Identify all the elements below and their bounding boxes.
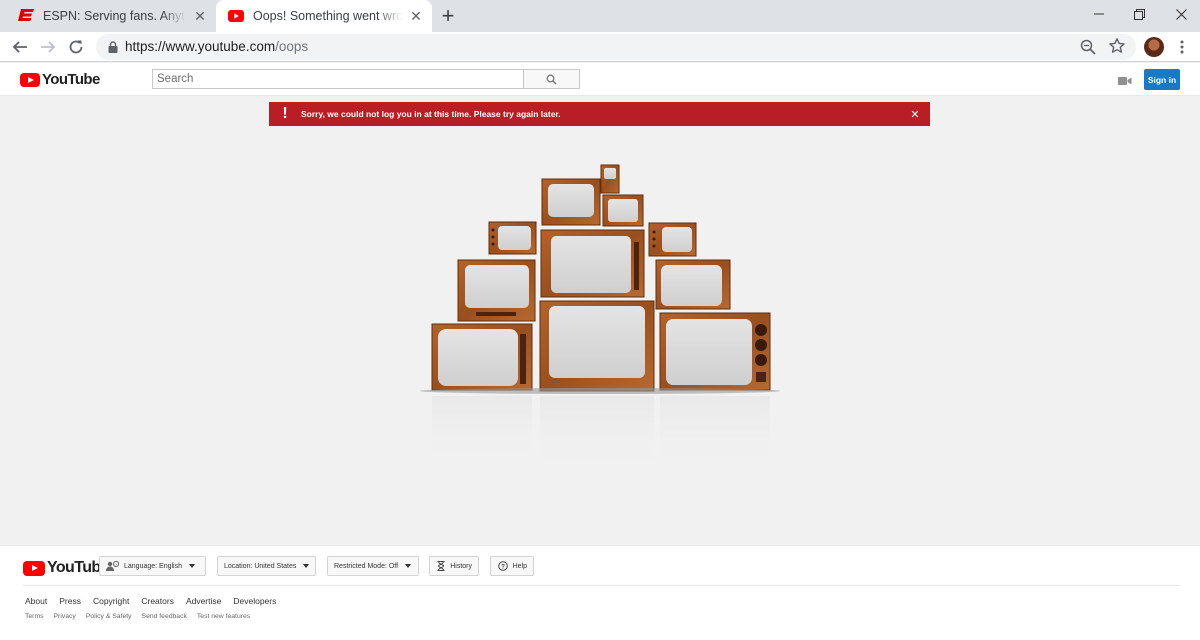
language-label: Language: English bbox=[124, 562, 182, 570]
footer-link-test-features[interactable]: Test new features bbox=[197, 613, 250, 620]
history-label: History bbox=[450, 562, 472, 570]
footer-link-creators[interactable]: Creators bbox=[141, 596, 174, 606]
window-close-icon[interactable] bbox=[1158, 0, 1200, 28]
location-picker[interactable]: Location: United States bbox=[217, 556, 316, 576]
restricted-mode-picker[interactable]: Restricted Mode: Off bbox=[327, 556, 419, 576]
search-button[interactable] bbox=[523, 69, 580, 89]
footer-youtube-logo[interactable]: YouTube bbox=[23, 559, 109, 577]
footer-link-feedback[interactable]: Send feedback bbox=[142, 613, 187, 620]
tab-youtube[interactable]: Oops! Something went wrong. - YouTube ✕ bbox=[216, 0, 432, 32]
help-icon: ? bbox=[497, 561, 509, 571]
footer-link-copyright[interactable]: Copyright bbox=[93, 596, 129, 606]
footer-link-privacy[interactable]: Privacy bbox=[54, 613, 76, 620]
bookmark-star-icon[interactable] bbox=[1108, 37, 1126, 55]
search-input[interactable] bbox=[152, 69, 524, 89]
dropdown-caret-icon bbox=[405, 564, 412, 568]
tab-title: Oops! Something went wrong. - YouTube bbox=[253, 9, 402, 23]
tab-title: ESPN: Serving fans. Anytime. Anywhere. bbox=[43, 9, 186, 23]
address-bar[interactable]: https://www.youtube.com/oops bbox=[96, 34, 1136, 60]
alert-exclamation-icon: ! bbox=[282, 105, 288, 122]
help-label: Help bbox=[512, 562, 527, 570]
footer-link-about[interactable]: About bbox=[25, 596, 47, 606]
tab-close-icon[interactable]: ✕ bbox=[190, 6, 210, 26]
url-text: https://www.youtube.com/oops bbox=[125, 39, 308, 54]
youtube-logo-icon bbox=[228, 8, 244, 24]
new-tab-icon[interactable]: + bbox=[436, 3, 460, 28]
history-button[interactable]: History bbox=[429, 556, 479, 576]
profile-avatar[interactable] bbox=[1144, 37, 1164, 57]
tab-espn[interactable]: ESPN: Serving fans. Anytime. Anywhere. ✕ bbox=[0, 0, 216, 32]
footer-link-policy[interactable]: Policy & Safety bbox=[86, 613, 132, 620]
alert-close-icon[interactable]: ✕ bbox=[900, 102, 930, 126]
lock-icon bbox=[106, 40, 120, 54]
youtube-header: YouTube Sign in bbox=[0, 63, 1200, 96]
forward-arrow-icon[interactable] bbox=[36, 35, 60, 59]
footer-primary-links: About Press Copyright Creators Advertise… bbox=[25, 596, 288, 606]
broken-tvs-illustration bbox=[412, 158, 788, 478]
back-arrow-icon[interactable] bbox=[8, 35, 32, 59]
alert-message: Sorry, we could not log you in at this t… bbox=[301, 109, 561, 119]
restricted-mode-label: Restricted Mode: Off bbox=[334, 562, 399, 570]
zoom-icon[interactable] bbox=[1079, 38, 1097, 56]
browser-toolbar: https://www.youtube.com/oops bbox=[0, 32, 1200, 62]
footer-link-terms[interactable]: Terms bbox=[25, 613, 44, 620]
sign-in-button[interactable]: Sign in bbox=[1144, 69, 1180, 90]
youtube-footer: YouTube ? Language: English Location: Un… bbox=[0, 545, 1200, 640]
url-path: /oops bbox=[275, 39, 309, 54]
espn-logo-icon bbox=[18, 8, 34, 24]
tab-close-icon[interactable]: ✕ bbox=[406, 6, 426, 26]
restore-icon[interactable] bbox=[1116, 0, 1162, 28]
footer-link-developers[interactable]: Developers bbox=[233, 596, 276, 606]
youtube-play-icon bbox=[20, 72, 40, 87]
dropdown-caret-icon bbox=[189, 564, 195, 568]
youtube-play-icon bbox=[23, 560, 45, 576]
search-icon bbox=[546, 74, 557, 85]
browser-tab-strip: ESPN: Serving fans. Anytime. Anywhere. ✕… bbox=[0, 0, 1200, 32]
url-host: https://www.youtube.com bbox=[125, 39, 276, 54]
location-label: Location: United States bbox=[224, 562, 297, 570]
svg-text:?: ? bbox=[501, 563, 505, 570]
footer-secondary-links: Terms Privacy Policy & Safety Send feedb… bbox=[25, 613, 260, 620]
language-icon: ? bbox=[106, 561, 120, 571]
language-picker[interactable]: ? Language: English bbox=[99, 556, 206, 576]
help-button[interactable]: ? Help bbox=[490, 556, 534, 576]
hourglass-icon bbox=[436, 561, 446, 571]
footer-link-advertise[interactable]: Advertise bbox=[186, 596, 221, 606]
footer-divider bbox=[23, 585, 1180, 586]
footer-link-press[interactable]: Press bbox=[59, 596, 81, 606]
upload-video-icon[interactable] bbox=[1118, 73, 1132, 85]
dropdown-caret-icon bbox=[303, 564, 310, 568]
youtube-logo-text: YouTube bbox=[42, 71, 100, 88]
reload-icon[interactable] bbox=[64, 35, 88, 59]
kebab-menu-icon[interactable] bbox=[1174, 37, 1190, 57]
youtube-logo[interactable]: YouTube bbox=[20, 71, 100, 88]
error-alert: ! Sorry, we could not log you in at this… bbox=[269, 102, 930, 126]
